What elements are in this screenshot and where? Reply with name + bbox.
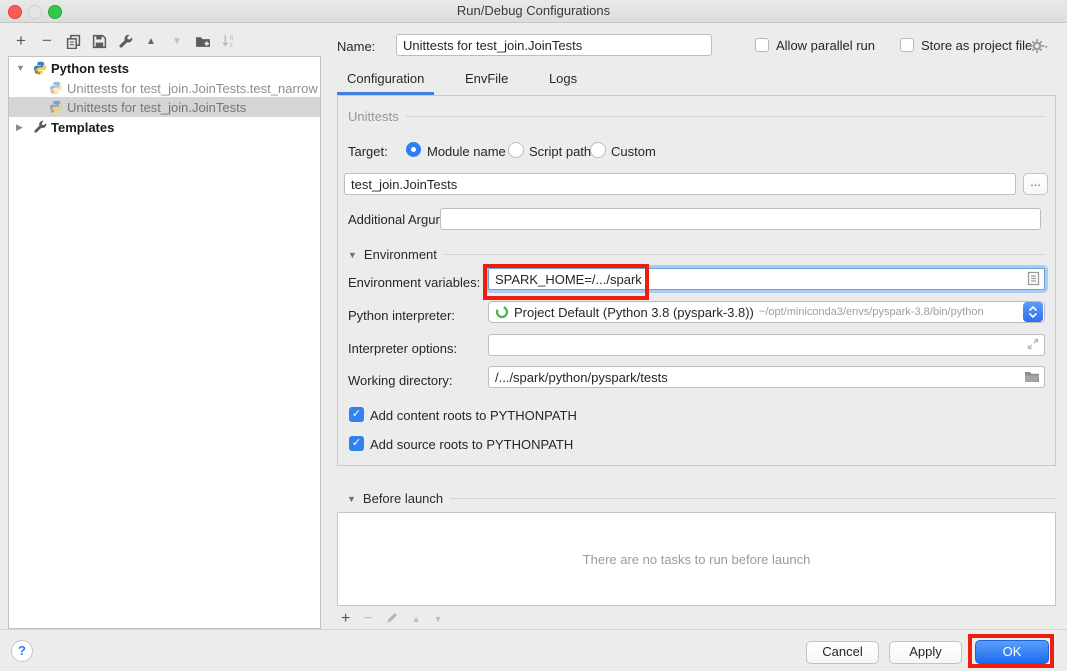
- tree-item-test-narrow[interactable]: Unittests for test_join.JoinTests.test_n…: [9, 78, 320, 98]
- working-directory-input[interactable]: [488, 366, 1045, 388]
- templates-wrench-icon: [33, 120, 47, 134]
- add-content-roots-checkbox[interactable]: ✓: [349, 407, 364, 422]
- tab-envfile[interactable]: EnvFile: [455, 68, 518, 92]
- annotation-highlight-ok-button: [968, 634, 1054, 668]
- browse-module-button[interactable]: ...: [1023, 173, 1048, 195]
- configuration-panel: Unittests Target: Module name Script pat…: [337, 95, 1056, 466]
- combo-stepper-icon[interactable]: [1023, 302, 1043, 322]
- target-module-name-label: Module name: [427, 144, 506, 159]
- tree-item-label: Python tests: [51, 61, 129, 76]
- expand-field-icon[interactable]: [1026, 337, 1040, 354]
- add-source-roots-label: Add source roots to PYTHONPATH: [370, 437, 573, 452]
- edit-templates-icon[interactable]: [116, 32, 134, 50]
- name-input[interactable]: [396, 34, 712, 56]
- group-divider: [406, 116, 1045, 117]
- window-title: Run/Debug Configurations: [0, 0, 1067, 22]
- group-divider: [444, 254, 1045, 255]
- edit-task-icon: [386, 611, 399, 627]
- sort-configurations-icon: az: [220, 32, 238, 50]
- tree-item-python-tests[interactable]: ▼ Python tests: [9, 58, 320, 78]
- unittests-group-title: Unittests: [348, 109, 399, 124]
- interpreter-options-label: Interpreter options:: [348, 341, 457, 356]
- before-launch-collapse-icon[interactable]: ▼: [347, 494, 356, 504]
- task-move-up-icon: ▲: [412, 614, 421, 624]
- before-launch-header: ▼ Before launch: [347, 491, 1056, 506]
- tab-configuration[interactable]: Configuration: [337, 68, 434, 92]
- annotation-highlight-env-vars: [483, 264, 649, 300]
- target-label: Target:: [348, 144, 388, 159]
- add-configuration-icon[interactable]: +: [12, 32, 30, 50]
- configurations-tree: ▼ Python tests Unittests for test_join.J…: [8, 56, 321, 629]
- save-configuration-icon[interactable]: [90, 32, 108, 50]
- interpreter-options-field-wrap: [488, 334, 1045, 356]
- environment-group-header: ▼ Environment: [348, 247, 1045, 262]
- environment-variables-label: Environment variables:: [348, 275, 480, 290]
- tab-logs[interactable]: Logs: [539, 68, 587, 92]
- tree-item-jointests-selected[interactable]: Unittests for test_join.JoinTests: [9, 97, 320, 117]
- target-script-path-radio[interactable]: [508, 142, 524, 158]
- python-test-icon: [49, 81, 63, 95]
- python-test-icon: [49, 100, 63, 114]
- tree-item-label: Templates: [51, 120, 114, 135]
- tree-item-templates[interactable]: ▶ Templates: [9, 117, 320, 137]
- python-tests-icon: [33, 61, 47, 75]
- target-script-path-label: Script path: [529, 144, 591, 159]
- additional-arguments-input[interactable]: [440, 208, 1041, 230]
- store-as-project-file-checkbox[interactable]: [900, 38, 914, 52]
- target-module-name-radio[interactable]: [406, 142, 421, 157]
- name-label: Name:: [337, 39, 375, 54]
- python-interpreter-label: Python interpreter:: [348, 308, 455, 323]
- remove-task-icon: −: [363, 610, 372, 628]
- target-custom-label: Custom: [611, 144, 656, 159]
- interpreter-options-input[interactable]: [488, 334, 1045, 356]
- move-down-icon: ▼: [168, 32, 186, 50]
- run-debug-configurations-dialog: Run/Debug Configurations + − ▲ ▼ az ▼ Py…: [0, 0, 1067, 671]
- before-launch-empty-message: There are no tasks to run before launch: [583, 552, 811, 567]
- apply-button[interactable]: Apply: [889, 641, 962, 664]
- edit-variables-icon[interactable]: [1027, 271, 1040, 289]
- browse-folder-icon[interactable]: [1024, 370, 1040, 386]
- interpreter-path: ~/opt/miniconda3/envs/pyspark-3.8/bin/py…: [759, 306, 984, 318]
- target-custom-radio[interactable]: [590, 142, 606, 158]
- tree-item-label: Unittests for test_join.JoinTests.test_n…: [67, 81, 318, 96]
- move-up-icon[interactable]: ▲: [142, 32, 160, 50]
- add-task-icon[interactable]: +: [341, 610, 350, 628]
- expand-caret-icon[interactable]: ▶: [16, 122, 23, 133]
- environment-collapse-icon[interactable]: ▼: [348, 250, 357, 260]
- task-move-down-icon: ▼: [434, 614, 443, 624]
- cancel-button[interactable]: Cancel: [806, 641, 879, 664]
- before-launch-title: Before launch: [363, 491, 443, 506]
- new-folder-icon[interactable]: [194, 32, 212, 50]
- tree-item-label: Unittests for test_join.JoinTests: [67, 100, 246, 115]
- environment-group-title: Environment: [364, 247, 437, 262]
- remove-configuration-icon[interactable]: −: [38, 32, 56, 50]
- before-launch-task-list: There are no tasks to run before launch: [337, 512, 1056, 606]
- group-divider: [450, 498, 1056, 499]
- add-content-roots-label: Add content roots to PYTHONPATH: [370, 408, 577, 423]
- store-as-project-file-label: Store as project file: [921, 38, 1032, 53]
- python-interpreter-select[interactable]: Project Default (Python 3.8 (pyspark-3.8…: [488, 301, 1045, 323]
- svg-text:a: a: [230, 34, 234, 41]
- tab-bar: Configuration EnvFile Logs: [337, 68, 587, 91]
- module-name-input[interactable]: [344, 173, 1016, 195]
- conda-env-icon: [495, 305, 509, 319]
- help-button[interactable]: ?: [11, 640, 33, 662]
- collapse-caret-icon[interactable]: ▼: [16, 63, 25, 73]
- svg-text:z: z: [230, 42, 234, 49]
- allow-parallel-run-label: Allow parallel run: [776, 38, 875, 53]
- interpreter-value: Project Default (Python 3.8 (pyspark-3.8…: [514, 305, 754, 320]
- allow-parallel-run-checkbox[interactable]: [755, 38, 769, 52]
- copy-configuration-icon[interactable]: [64, 32, 82, 50]
- working-directory-field-wrap: [488, 366, 1045, 388]
- footer-divider: [0, 629, 1067, 630]
- gear-icon[interactable]: [1028, 36, 1050, 56]
- unittests-group-header: Unittests: [348, 109, 1045, 124]
- working-directory-label: Working directory:: [348, 373, 453, 388]
- before-launch-toolbar: + − ▲ ▼: [341, 610, 443, 628]
- add-source-roots-checkbox[interactable]: ✓: [349, 436, 364, 451]
